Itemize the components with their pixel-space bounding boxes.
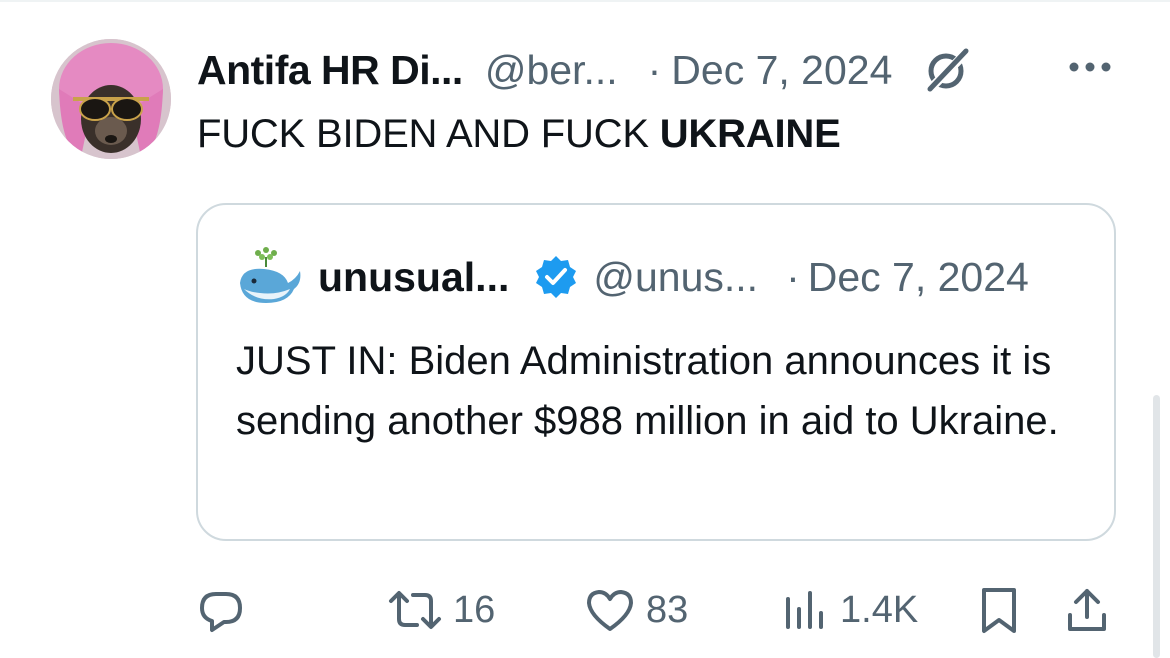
scrollbar[interactable]: [1153, 395, 1160, 658]
tweet-text: FUCK BIDEN AND FUCK UKRAINE: [197, 112, 841, 157]
views-icon: [780, 585, 830, 635]
bookmark-button[interactable]: [974, 580, 1024, 640]
quoted-author-name[interactable]: unusual...: [318, 254, 509, 301]
tweet-view: Antifa HR Di... @ber... · Dec 7, 2024 FU…: [0, 0, 1170, 658]
more-icon[interactable]: [1066, 52, 1114, 82]
share-icon: [1062, 585, 1112, 635]
divider: [0, 0, 1170, 2]
separator-dot: ·: [647, 46, 662, 93]
whale-avatar-icon[interactable]: [236, 245, 304, 309]
bookmark-icon: [974, 585, 1024, 635]
tweet-header: Antifa HR Di... @ber... · Dec 7, 2024: [197, 40, 1117, 100]
reply-button[interactable]: [196, 580, 256, 640]
author-avatar[interactable]: [51, 39, 171, 159]
tweet-date[interactable]: Dec 7, 2024: [671, 47, 892, 94]
retweet-count: 16: [453, 588, 496, 631]
share-button[interactable]: [1062, 580, 1112, 640]
tweet-text-plain: FUCK BIDEN AND FUCK: [197, 112, 660, 156]
like-count: 83: [646, 588, 689, 631]
quoted-tweet-card[interactable]: unusual... @unus... · Dec 7, 2024 JUST I…: [196, 203, 1116, 541]
heart-icon: [584, 585, 636, 635]
separator-dot: ·: [786, 253, 800, 300]
views-count: 1.4K: [840, 588, 919, 631]
author-handle[interactable]: @ber...: [485, 47, 618, 94]
retweet-button[interactable]: 16: [387, 580, 495, 640]
quoted-tweet-text: JUST IN: Biden Administration announces …: [236, 339, 1059, 443]
quoted-author-handle[interactable]: @unus...: [593, 254, 758, 301]
retweet-icon: [387, 585, 443, 635]
action-bar: 16 83 1.4K: [0, 580, 1170, 640]
tweet-text-bold: UKRAINE: [659, 112, 841, 156]
like-button[interactable]: 83: [584, 580, 688, 640]
verified-badge-icon[interactable]: [533, 254, 579, 300]
quoted-tweet-date[interactable]: Dec 7, 2024: [808, 254, 1029, 301]
quoted-tweet-header: unusual... @unus... · Dec 7, 2024: [236, 247, 1029, 307]
grok-icon[interactable]: [922, 45, 972, 95]
views-button[interactable]: 1.4K: [780, 580, 918, 640]
reply-icon: [196, 585, 246, 635]
author-name[interactable]: Antifa HR Di...: [197, 47, 463, 94]
